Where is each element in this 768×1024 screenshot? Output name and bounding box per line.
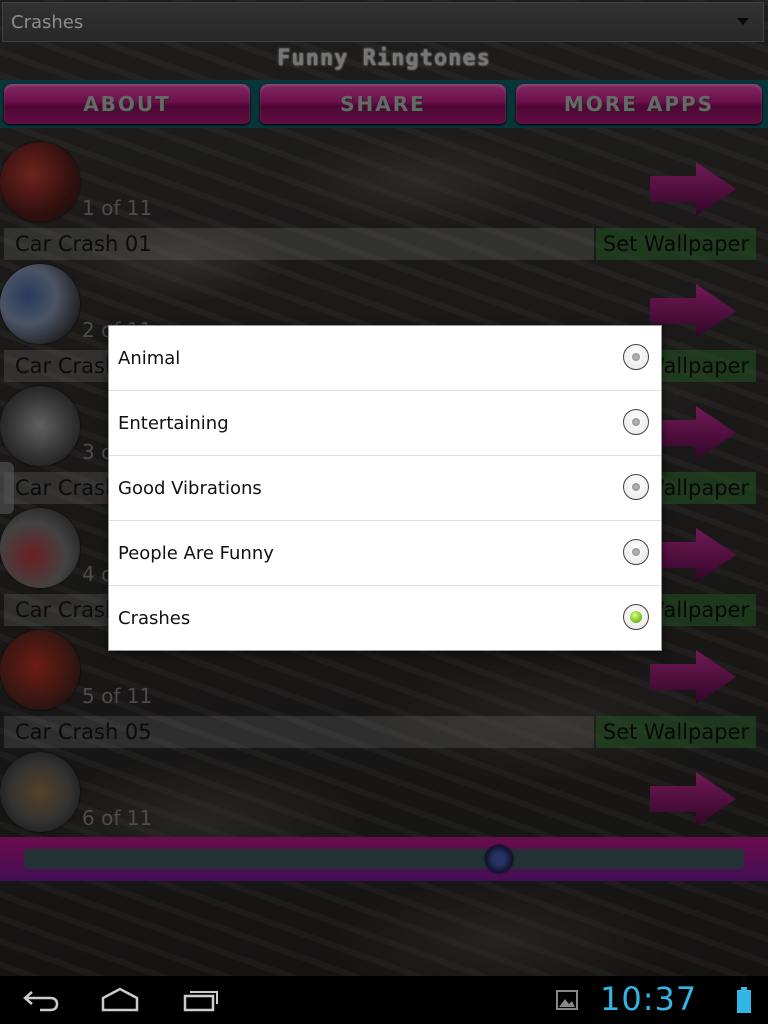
option-label: Animal <box>118 347 181 369</box>
category-option-entertaining[interactable]: Entertaining <box>109 391 661 456</box>
system-navigation-bar: 10:37 <box>0 976 768 1024</box>
recent-apps-icon[interactable] <box>182 986 220 1014</box>
category-option-animal[interactable]: Animal <box>109 326 661 391</box>
status-clock: 10:37 <box>600 980 698 1018</box>
radio-button[interactable] <box>623 344 649 370</box>
radio-button[interactable] <box>623 539 649 565</box>
option-label: People Are Funny <box>118 542 274 564</box>
back-icon[interactable] <box>22 986 60 1014</box>
option-label: Entertaining <box>118 412 229 434</box>
option-label: Good Vibrations <box>118 477 262 499</box>
category-option-crashes[interactable]: Crashes <box>109 586 661 651</box>
home-icon[interactable] <box>100 986 140 1014</box>
category-option-people-are-funny[interactable]: People Are Funny <box>109 521 661 586</box>
battery-icon <box>737 987 751 1013</box>
gallery-icon <box>556 990 578 1010</box>
radio-button[interactable] <box>623 474 649 500</box>
category-dialog: Animal Entertaining Good Vibrations Peop… <box>108 325 662 651</box>
option-label: Crashes <box>118 608 191 629</box>
category-option-good-vibrations[interactable]: Good Vibrations <box>109 456 661 521</box>
radio-button-selected[interactable] <box>623 604 649 630</box>
radio-button[interactable] <box>623 409 649 435</box>
